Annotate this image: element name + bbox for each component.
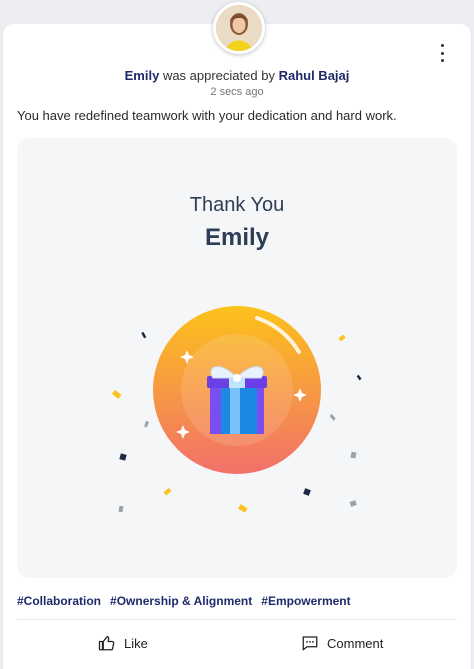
like-button[interactable]: Like (98, 634, 148, 652)
tag-collaboration[interactable]: #Collaboration (17, 594, 101, 608)
kebab-icon-dot (440, 59, 444, 62)
thank-you-banner: Thank You Emily (17, 138, 457, 578)
page: Emily was appreciated by Rahul Bajaj 2 s… (0, 0, 474, 669)
recipient-name[interactable]: Emily (125, 68, 160, 83)
like-label: Like (124, 635, 148, 651)
tag-ownership-alignment[interactable]: #Ownership & Alignment (110, 594, 252, 608)
actions-divider (17, 619, 457, 620)
tag-empowerment[interactable]: #Empowerment (261, 594, 350, 608)
thumbs-up-icon (98, 636, 115, 651)
avatar[interactable] (213, 2, 265, 54)
comment-label: Comment (327, 635, 384, 651)
comment-button[interactable]: Comment (301, 634, 383, 652)
appreciation-verb: was appreciated by (162, 68, 275, 83)
comment-icon (302, 636, 318, 651)
banner-subtitle: Thank You (189, 194, 285, 216)
sender-name[interactable]: Rahul Bajaj (279, 68, 350, 83)
more-options-button[interactable] (436, 44, 448, 62)
kebab-icon-dot (440, 51, 444, 55)
value-tags: #Collaboration #Ownership & Alignment #E… (17, 594, 351, 608)
banner-recipient-name: Emily (204, 224, 270, 251)
kebab-icon-dot (440, 44, 444, 47)
gift-icon (207, 366, 267, 434)
appreciation-message: You have redefined teamwork with your de… (17, 108, 397, 123)
appreciation-header: Emily was appreciated by Rahul Bajaj (0, 68, 474, 83)
post-timestamp: 2 secs ago (210, 86, 264, 98)
avatar-image (216, 5, 262, 51)
